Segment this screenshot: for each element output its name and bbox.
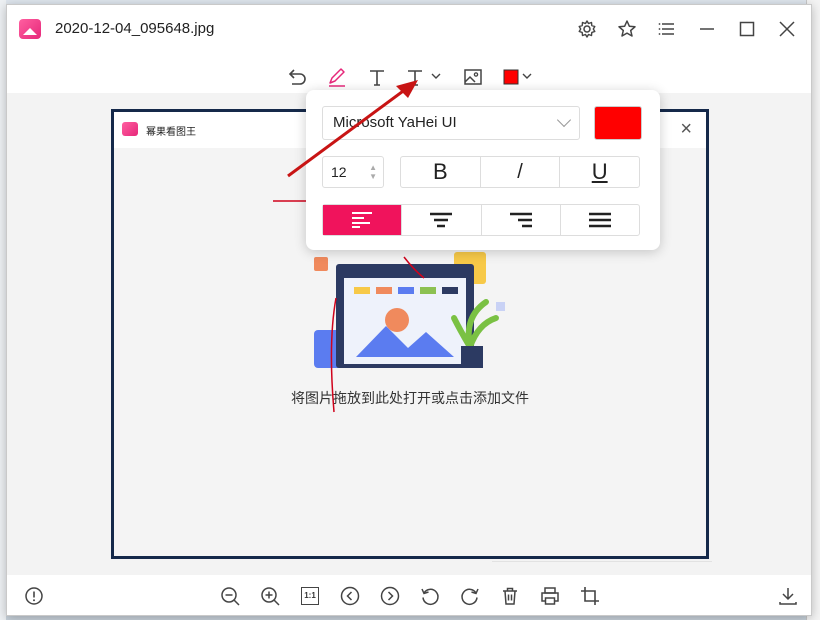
align-right-button[interactable] xyxy=(482,205,561,235)
minimize-icon[interactable] xyxy=(695,17,719,41)
font-family-value: Microsoft YaHei UI xyxy=(333,114,457,131)
text-color-swatch[interactable] xyxy=(594,106,642,140)
next-icon[interactable] xyxy=(377,583,403,609)
app-logo-icon xyxy=(19,19,41,39)
actual-size-label: 1:1 xyxy=(301,587,319,605)
delete-icon[interactable] xyxy=(497,583,523,609)
stepper-arrows-icon[interactable]: ▲ ▼ xyxy=(369,163,377,181)
crop-icon[interactable] xyxy=(577,583,603,609)
menu-icon[interactable] xyxy=(655,17,679,41)
text-style-icon[interactable] xyxy=(403,63,445,91)
favorite-star-icon[interactable] xyxy=(615,17,639,41)
underline-button[interactable]: U xyxy=(560,157,639,187)
actual-size-icon[interactable]: 1:1 xyxy=(297,583,323,609)
rotate-right-icon[interactable] xyxy=(457,583,483,609)
image-icon[interactable] xyxy=(459,63,487,91)
align-left-button[interactable] xyxy=(323,205,403,235)
justify-icon xyxy=(588,212,611,228)
zoom-in-icon[interactable] xyxy=(257,583,283,609)
font-family-select[interactable]: Microsoft YaHei UI xyxy=(322,106,580,140)
align-center-icon xyxy=(430,212,453,228)
pen-icon[interactable] xyxy=(323,63,351,91)
color-icon[interactable] xyxy=(501,63,537,91)
maximize-icon[interactable] xyxy=(735,17,759,41)
print-icon[interactable] xyxy=(537,583,563,609)
font-size-value: 12 xyxy=(331,164,347,180)
text-style-group: B / U xyxy=(400,156,640,188)
download-icon[interactable] xyxy=(775,583,801,609)
font-size-stepper[interactable]: 12 ▲ ▼ xyxy=(322,156,384,188)
rotate-left-icon[interactable] xyxy=(417,583,443,609)
italic-button[interactable]: / xyxy=(481,157,561,187)
align-center-button[interactable] xyxy=(402,205,482,235)
window-title: 2020-12-04_095648.jpg xyxy=(55,20,215,37)
bottom-toolbar: 1:1 xyxy=(7,575,811,617)
zoom-out-icon[interactable] xyxy=(217,583,243,609)
align-left-icon xyxy=(352,212,373,228)
align-right-icon xyxy=(509,212,532,228)
close-icon[interactable] xyxy=(775,17,799,41)
text-alignment-group xyxy=(322,204,640,236)
text-format-popup: Microsoft YaHei UI 12 ▲ ▼ B / U xyxy=(306,90,660,250)
drop-hint-text: 将图片拖放到此处打开或点击添加文件 xyxy=(291,390,529,406)
info-icon[interactable] xyxy=(21,583,47,609)
settings-icon[interactable] xyxy=(575,17,599,41)
bold-button[interactable]: B xyxy=(401,157,481,187)
title-bar: 2020-12-04_095648.jpg xyxy=(7,5,811,53)
undo-icon[interactable] xyxy=(283,63,311,91)
justify-button[interactable] xyxy=(561,205,639,235)
text-icon[interactable] xyxy=(363,63,391,91)
chevron-down-icon xyxy=(556,112,572,128)
previous-icon[interactable] xyxy=(337,583,363,609)
